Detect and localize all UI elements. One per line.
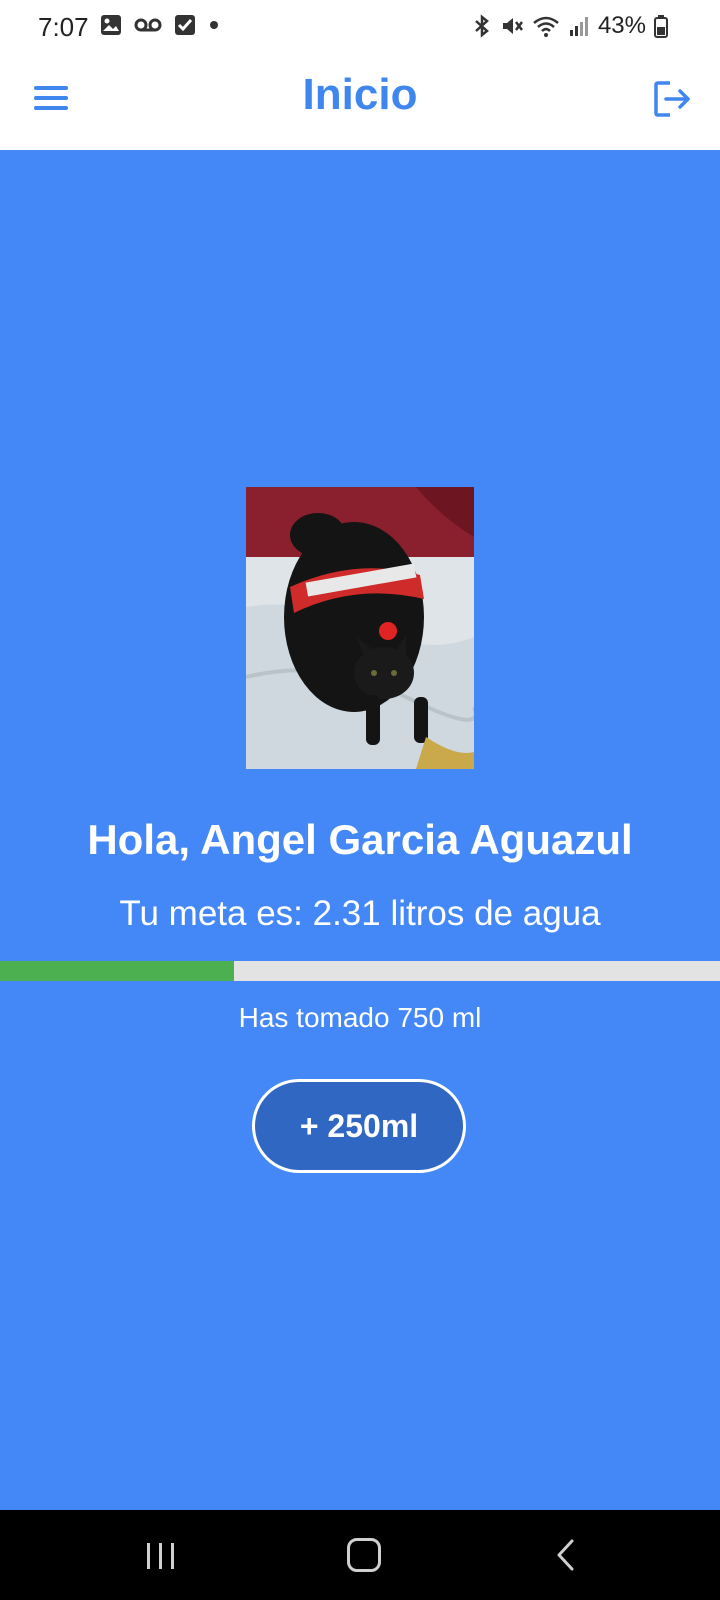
back-icon (557, 1539, 574, 1571)
status-left-icons (100, 14, 220, 36)
consumed-text: Has tomado 750 ml (238, 1002, 482, 1033)
system-nav-bar (0, 1510, 720, 1600)
profile-photo (246, 487, 474, 769)
add-water-button[interactable]: + 250ml (252, 1079, 466, 1173)
goal-text: Tu meta es: 2.31 litros de agua (119, 894, 601, 933)
signal-icon (569, 17, 588, 36)
battery-icon (654, 15, 668, 38)
greeting-text: Hola, Angel Garcia Aguazul (87, 816, 633, 863)
main-content: Hola, Angel Garcia Aguazul Tu meta es: 2… (0, 150, 720, 1510)
wifi-icon (533, 16, 559, 37)
dot-icon (210, 21, 218, 29)
bluetooth-icon (475, 14, 489, 38)
back-button[interactable] (552, 1538, 582, 1572)
logout-button[interactable] (652, 78, 694, 120)
status-right-icons: 43% (472, 12, 668, 40)
gallery-icon (101, 15, 121, 35)
progress-fill (0, 961, 234, 981)
mute-icon (502, 18, 523, 34)
status-bar: 7:07 43% (0, 0, 720, 52)
voicemail-icon (134, 18, 162, 32)
app-bar: Inicio (0, 52, 720, 150)
avatar (246, 487, 474, 769)
page-title: Inicio (302, 70, 418, 119)
recents-button[interactable] (147, 1543, 179, 1569)
logout-icon (654, 81, 690, 117)
status-time: 7:07 (38, 12, 89, 42)
battery-percent: 43% (597, 12, 646, 39)
checkbox-icon (175, 15, 195, 35)
home-button[interactable] (347, 1538, 381, 1572)
progress-bar (0, 961, 720, 981)
